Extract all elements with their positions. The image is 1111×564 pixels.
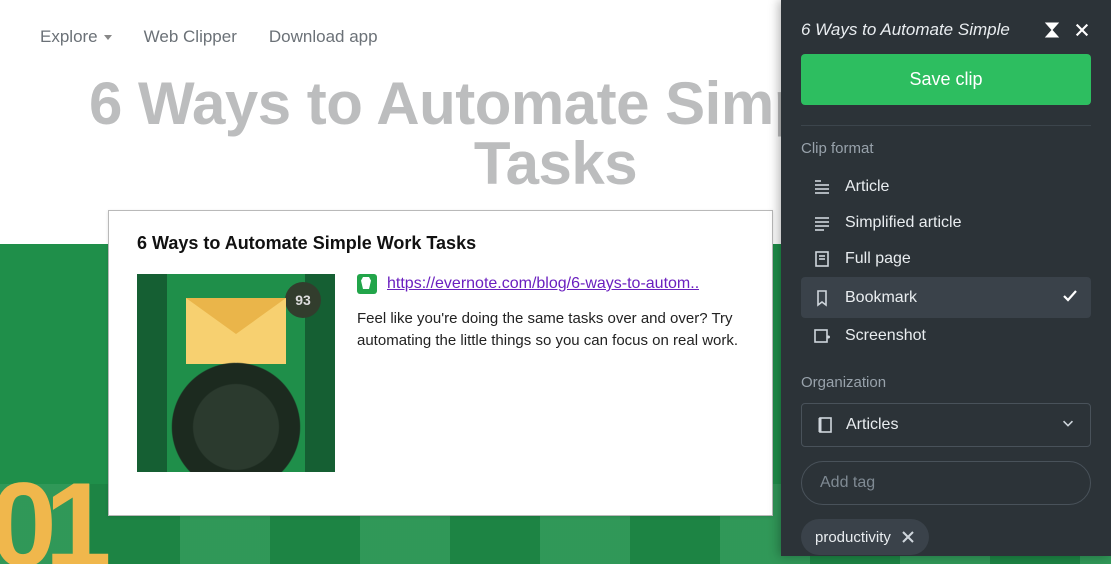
card-title: 6 Ways to Automate Simple Work Tasks (137, 233, 744, 254)
card-text: https://evernote.com/blog/6-ways-to-auto… (357, 274, 744, 472)
evernote-icon (357, 274, 377, 294)
clip-format-list: Article Simplified article Full page Boo… (801, 169, 1091, 354)
format-simplified-article[interactable]: Simplified article (801, 205, 1091, 241)
full-page-icon (813, 250, 831, 268)
notebook-icon (816, 416, 834, 434)
tag-label: productivity (815, 529, 891, 546)
format-simplified-label: Simplified article (845, 214, 961, 232)
add-tag-input[interactable]: Add tag (801, 461, 1091, 505)
nav-left: Explore Web Clipper Download app (40, 27, 378, 47)
format-article-label: Article (845, 178, 889, 196)
nav-explore-label: Explore (40, 27, 98, 47)
chevron-down-icon (104, 35, 112, 40)
notebook-select[interactable]: Articles (801, 403, 1091, 447)
format-bookmark[interactable]: Bookmark (801, 277, 1091, 318)
simplified-article-icon (813, 214, 831, 232)
panel-title: 6 Ways to Automate Simple (801, 20, 1031, 40)
bookmark-preview-card: 6 Ways to Automate Simple Work Tasks 93 … (108, 210, 773, 516)
add-tag-placeholder: Add tag (820, 474, 875, 492)
format-full-page[interactable]: Full page (801, 241, 1091, 277)
notebook-selected-label: Articles (846, 416, 898, 434)
hero-art-number: 01 (0, 456, 99, 564)
format-screenshot-label: Screenshot (845, 327, 926, 345)
organization-label: Organization (801, 374, 1091, 391)
chevron-down-icon (1060, 415, 1076, 436)
nav-web-clipper[interactable]: Web Clipper (144, 27, 237, 47)
gear-icon (161, 352, 311, 472)
card-thumbnail: 93 (137, 274, 335, 472)
card-body: 93 https://evernote.com/blog/6-ways-to-a… (137, 274, 744, 472)
format-screenshot[interactable]: Screenshot (801, 318, 1091, 354)
remove-tag-icon[interactable] (901, 530, 915, 544)
save-clip-button[interactable]: Save clip (801, 54, 1091, 105)
format-bookmark-label: Bookmark (845, 289, 917, 307)
screenshot-icon (813, 327, 831, 345)
thumb-badge: 93 (285, 282, 321, 318)
close-icon[interactable] (1073, 21, 1091, 39)
card-url-link[interactable]: https://evernote.com/blog/6-ways-to-auto… (387, 275, 699, 293)
nav-download[interactable]: Download app (269, 27, 378, 47)
nav-explore[interactable]: Explore (40, 27, 112, 47)
divider (801, 125, 1091, 126)
card-url-row: https://evernote.com/blog/6-ways-to-auto… (357, 274, 744, 294)
hourglass-icon[interactable] (1043, 21, 1061, 39)
format-article[interactable]: Article (801, 169, 1091, 205)
clipper-panel: 6 Ways to Automate Simple Save clip Clip… (781, 0, 1111, 556)
panel-header: 6 Ways to Automate Simple (801, 0, 1091, 54)
clip-format-label: Clip format (801, 140, 1091, 157)
format-full-page-label: Full page (845, 250, 911, 268)
spacer (801, 354, 1091, 374)
checkmark-icon (1061, 286, 1079, 309)
article-icon (813, 178, 831, 196)
card-excerpt: Feel like you're doing the same tasks ov… (357, 308, 744, 352)
tag-pill: productivity (801, 519, 929, 555)
bookmark-icon (813, 289, 831, 307)
